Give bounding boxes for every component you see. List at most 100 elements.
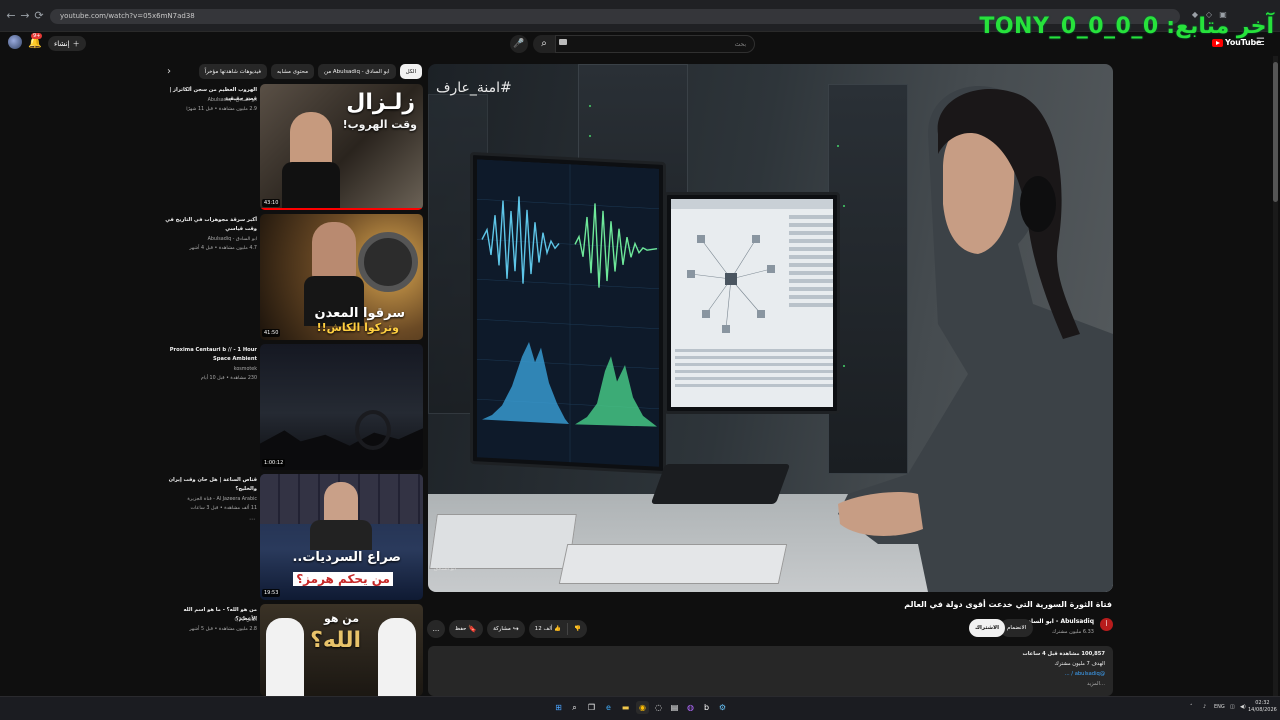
- thumbnail-text: وتركوا الكاش!!: [316, 321, 399, 334]
- app-icon[interactable]: ◍: [684, 701, 697, 714]
- view-count-and-date: 100,857 مشاهدة قبل 4 ساعات: [1022, 651, 1106, 657]
- forward-button[interactable]: →: [18, 9, 32, 22]
- steam-icon[interactable]: ⚙: [716, 701, 729, 714]
- chip-recently-watched[interactable]: فيديوهات شاهدتها مؤخراً: [198, 64, 267, 79]
- edge-icon[interactable]: e: [602, 701, 615, 714]
- subscribe-button[interactable]: الاشتراك: [969, 619, 1005, 637]
- notepad-icon[interactable]: ▤: [668, 701, 681, 714]
- more-actions-button[interactable]: ...: [427, 620, 445, 638]
- watch-progress-bar: [260, 208, 423, 210]
- taskbar-search-icon[interactable]: ⌕: [568, 701, 581, 714]
- recommendation-title[interactable]: Proxima Centauri b // - 1 Hour Space Amb…: [165, 346, 257, 364]
- reload-button[interactable]: ⟳: [32, 9, 46, 22]
- hamburger-menu-icon[interactable]: ☰: [1256, 37, 1265, 48]
- recommendation-title[interactable]: أكبر سرقة مجوهرات في التاريخ في وقت قياس…: [165, 216, 257, 234]
- video-duration: 1:00:12: [262, 459, 286, 467]
- app-icon[interactable]: b: [700, 701, 713, 714]
- video-player[interactable]: #امنة_عارف ابو السادق: [428, 64, 1113, 592]
- portal-ring: [355, 410, 391, 450]
- voice-search-mic-icon[interactable]: 🎤: [510, 35, 528, 53]
- recommendation-meta: 4.7 مليون مشاهدة • قبل 4 أشهر: [189, 246, 257, 251]
- windows-taskbar: ⊞ ⌕ ❐ e ▬ ◉ ◌ ▤ ◍ b ⚙ ˄ ♪ ENG ◫ ◀) 02:32…: [0, 696, 1280, 720]
- description-box[interactable]: 100,857 مشاهدة قبل 4 ساعات الهدف 7 مليون…: [428, 646, 1113, 696]
- thumbnail-figure: [378, 618, 416, 696]
- youtube-logo[interactable]: YouTube: [1212, 38, 1261, 47]
- chip-from-channel[interactable]: من Abulsadiq - ابو السادق: [318, 64, 396, 79]
- file-explorer-icon[interactable]: ▬: [619, 701, 632, 714]
- save-button[interactable]: حفظ 🔖: [449, 620, 484, 638]
- more-options-icon[interactable]: ⋯: [249, 516, 255, 523]
- thumbnail-text: وقت الهروب!: [342, 118, 417, 131]
- volume-icon[interactable]: ◀): [1240, 704, 1246, 710]
- thumbnail-figure: [266, 618, 304, 696]
- recommendation-item[interactable]: صراع السرديات.. من يحكم هرمز؟ 19:53 قناص…: [165, 474, 423, 600]
- page-scrollbar[interactable]: [1273, 56, 1278, 696]
- description-link[interactable]: @abulsadiq / ...: [1065, 671, 1105, 677]
- recommendation-item[interactable]: 1:00:12 Proxima Centauri b // - 1 Hour S…: [165, 344, 423, 470]
- create-button[interactable]: إنشاء ＋: [48, 36, 86, 51]
- channel-avatar[interactable]: أ: [1100, 618, 1113, 631]
- recommendation-channel[interactable]: ابو السادق - Abulsadiq: [165, 237, 257, 242]
- recommendation-channel[interactable]: الثاني Q30: [165, 618, 257, 623]
- keyboard-icon[interactable]: [559, 39, 567, 45]
- taskbar-clock[interactable]: 02:32 14/08/2026: [1248, 700, 1277, 714]
- video-duration: 43:10: [262, 199, 281, 207]
- subscriber-count: 6.33 مليون مشترك: [1052, 629, 1094, 635]
- user-avatar[interactable]: [8, 35, 22, 49]
- recommendation-channel[interactable]: kosmotek: [165, 367, 257, 372]
- description-more[interactable]: ...المزيد: [1087, 681, 1105, 687]
- chips-scroll-arrow-icon[interactable]: ›: [167, 66, 171, 77]
- thumbnail-text: سرقوا المعدن: [314, 306, 405, 321]
- network-icon[interactable]: ◫: [1230, 704, 1235, 710]
- recommendation-item[interactable]: سرقوا المعدن وتركوا الكاش!! 41:50 أكبر س…: [165, 214, 423, 340]
- join-button[interactable]: الانضمام: [1000, 619, 1034, 637]
- chrome-icon[interactable]: ◉: [636, 701, 649, 714]
- microphone-tray-icon[interactable]: ♪: [1203, 704, 1206, 710]
- back-button[interactable]: ←: [4, 9, 18, 22]
- chip-all[interactable]: الكل: [399, 64, 422, 79]
- search-button[interactable]: ⌕: [533, 35, 555, 53]
- monitor-waveforms: [470, 151, 666, 475]
- scrollbar-thumb[interactable]: [1273, 62, 1278, 202]
- github-icon[interactable]: ◌: [652, 701, 665, 714]
- windows-start-icon[interactable]: ⊞: [552, 701, 565, 714]
- video-watermark: ابو السادق: [434, 566, 456, 572]
- dislike-button[interactable]: 👎: [568, 620, 587, 638]
- video-thumbnail[interactable]: صراع السرديات.. من يحكم هرمز؟ 19:53: [260, 474, 423, 600]
- create-label: إنشاء: [54, 39, 70, 48]
- recommendation-title[interactable]: قناص الساعة | هل حان وقت إيران والخليج؟: [165, 476, 257, 494]
- video-thumbnail[interactable]: من هو الله؟: [260, 604, 423, 696]
- recommendation-channel[interactable]: ابو السادق - Abulsadiq: [165, 98, 257, 103]
- description-line: الهدف 7 مليون مشترك: [1054, 661, 1105, 667]
- recommendation-item[interactable]: من هو الله؟ من هو الله؟ - ما هو اسم الله…: [165, 604, 423, 696]
- recommendation-item[interactable]: زلـزال وقت الهروب! 43:10 الهروب العظيم م…: [165, 84, 423, 210]
- video-actions: 12 ألف 👍 👎 مشاركة ↪ حفظ 🔖 ...: [427, 620, 588, 638]
- language-indicator[interactable]: ENG: [1214, 704, 1225, 710]
- recommendation-meta: 230 مشاهدة • قبل 10 أيام: [200, 376, 257, 381]
- vault-door: [358, 232, 418, 292]
- share-button[interactable]: مشاركة ↪: [487, 620, 525, 638]
- screen: ← → ⟳ youtube.com/watch?v=05x6mN7ad38 ◆ …: [0, 0, 1280, 720]
- filter-chips: الكل من Abulsadiq - ابو السادق محتوى مشا…: [198, 64, 422, 79]
- video-thumbnail[interactable]: زلـزال وقت الهروب! 43:10: [260, 84, 423, 210]
- stream-follower-overlay: آخر متابع: TONY_0_0_0_0: [979, 14, 1274, 39]
- monitor-network-diagram: [664, 192, 840, 414]
- thumbnail-text: من هو: [323, 612, 359, 625]
- thumbnail-text: صراع السرديات..: [292, 550, 401, 565]
- recommendation-channel[interactable]: Al Jazeera Arabic - قناة الجزيرة: [165, 497, 257, 502]
- video-thumbnail[interactable]: 1:00:12: [260, 344, 423, 470]
- video-thumbnail[interactable]: سرقوا المعدن وتركوا الكاش!! 41:50: [260, 214, 423, 340]
- thumbnail-text: الله؟: [310, 628, 361, 653]
- save-label: حفظ: [455, 626, 467, 632]
- like-button[interactable]: 12 ألف 👍: [529, 620, 568, 638]
- task-view-icon[interactable]: ❐: [585, 701, 598, 714]
- clock-date: 14/08/2026: [1248, 707, 1277, 713]
- tray-chevron-icon[interactable]: ˄: [1190, 704, 1193, 710]
- thumbnail-text: من يحكم هرمز؟: [293, 572, 393, 586]
- chip-related[interactable]: محتوى مشابه: [270, 64, 315, 79]
- waveform-graphic: [477, 159, 659, 467]
- channel-name[interactable]: Abulsadiq - ابو السادق: [1023, 618, 1095, 625]
- thumbnail-figure: [312, 222, 356, 282]
- search-input[interactable]: بحث: [555, 35, 755, 53]
- like-count: 12 ألف: [534, 626, 553, 632]
